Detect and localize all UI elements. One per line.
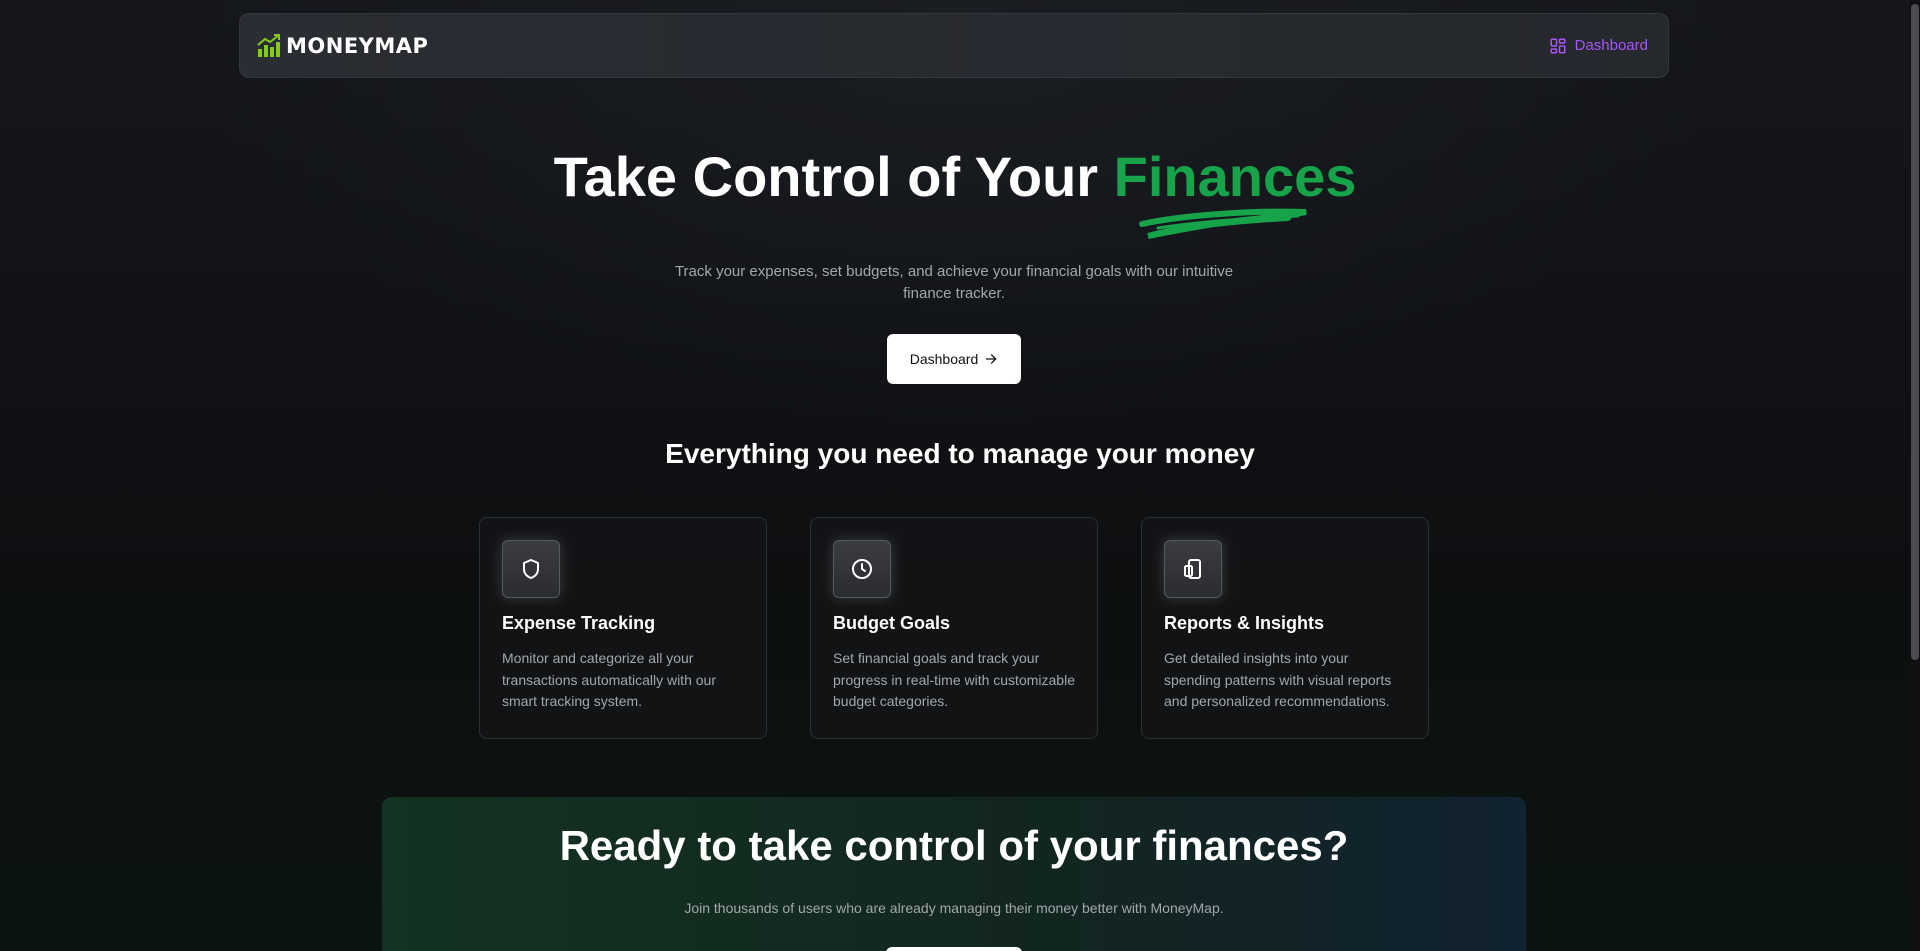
nav-dashboard-link[interactable]: Dashboard xyxy=(1549,37,1648,55)
hero-title-accent: Finances xyxy=(1113,145,1357,208)
hero-subtitle: Track your expenses, set budgets, and ac… xyxy=(674,263,1234,302)
cta-title: Ready to take control of your finances? xyxy=(559,822,1349,869)
cta-section: Ready to take control of your finances? … xyxy=(382,797,1526,951)
hero-dashboard-button[interactable]: Dashboard xyxy=(887,334,1021,384)
card-icon-box xyxy=(502,540,560,598)
feature-card-expense-tracking: Expense Tracking Monitor and categorize … xyxy=(479,517,767,739)
card-description: Monitor and categorize all your transact… xyxy=(502,650,716,709)
tablet-icon xyxy=(1184,559,1201,579)
shield-icon xyxy=(523,559,539,579)
brush-underline-decoration xyxy=(1139,208,1307,239)
feature-card-reports-insights: Reports & Insights Get detailed insights… xyxy=(1141,517,1429,739)
navbar: MONEYMAP Dashboard xyxy=(239,13,1669,78)
layout-dashboard-icon xyxy=(1550,38,1566,53)
card-title: Expense Tracking xyxy=(502,613,656,633)
hero-title-main: Take Control of Your xyxy=(553,145,1114,208)
cta-button[interactable] xyxy=(886,947,1022,951)
scrollbar[interactable] xyxy=(1910,0,1920,951)
clock-icon xyxy=(852,559,872,579)
nav-dashboard-label: Dashboard xyxy=(1574,37,1648,54)
card-title: Budget Goals xyxy=(833,613,951,633)
card-description: Get detailed insights into your spending… xyxy=(1164,650,1392,709)
card-title: Reports & Insights xyxy=(1164,613,1325,633)
bar-chart-logo-icon xyxy=(257,33,280,57)
hero-title: Take Control of Your Finances xyxy=(0,144,1910,210)
card-icon-box xyxy=(1164,540,1222,598)
card-description: Set financial goals and track your progr… xyxy=(833,650,1075,709)
features-heading: Everything you need to manage your money xyxy=(665,438,1255,469)
logo[interactable]: MONEYMAP xyxy=(256,33,428,59)
card-icon-box xyxy=(833,540,891,598)
cta-subtitle: Join thousands of users who are already … xyxy=(684,900,1224,916)
arrow-right-icon xyxy=(985,354,997,364)
logo-text: MONEYMAP xyxy=(286,33,429,58)
feature-card-budget-goals: Budget Goals Set financial goals and tra… xyxy=(810,517,1098,739)
hero-button-label: Dashboard xyxy=(909,351,979,367)
scrollbar-thumb[interactable] xyxy=(1911,4,1919,660)
